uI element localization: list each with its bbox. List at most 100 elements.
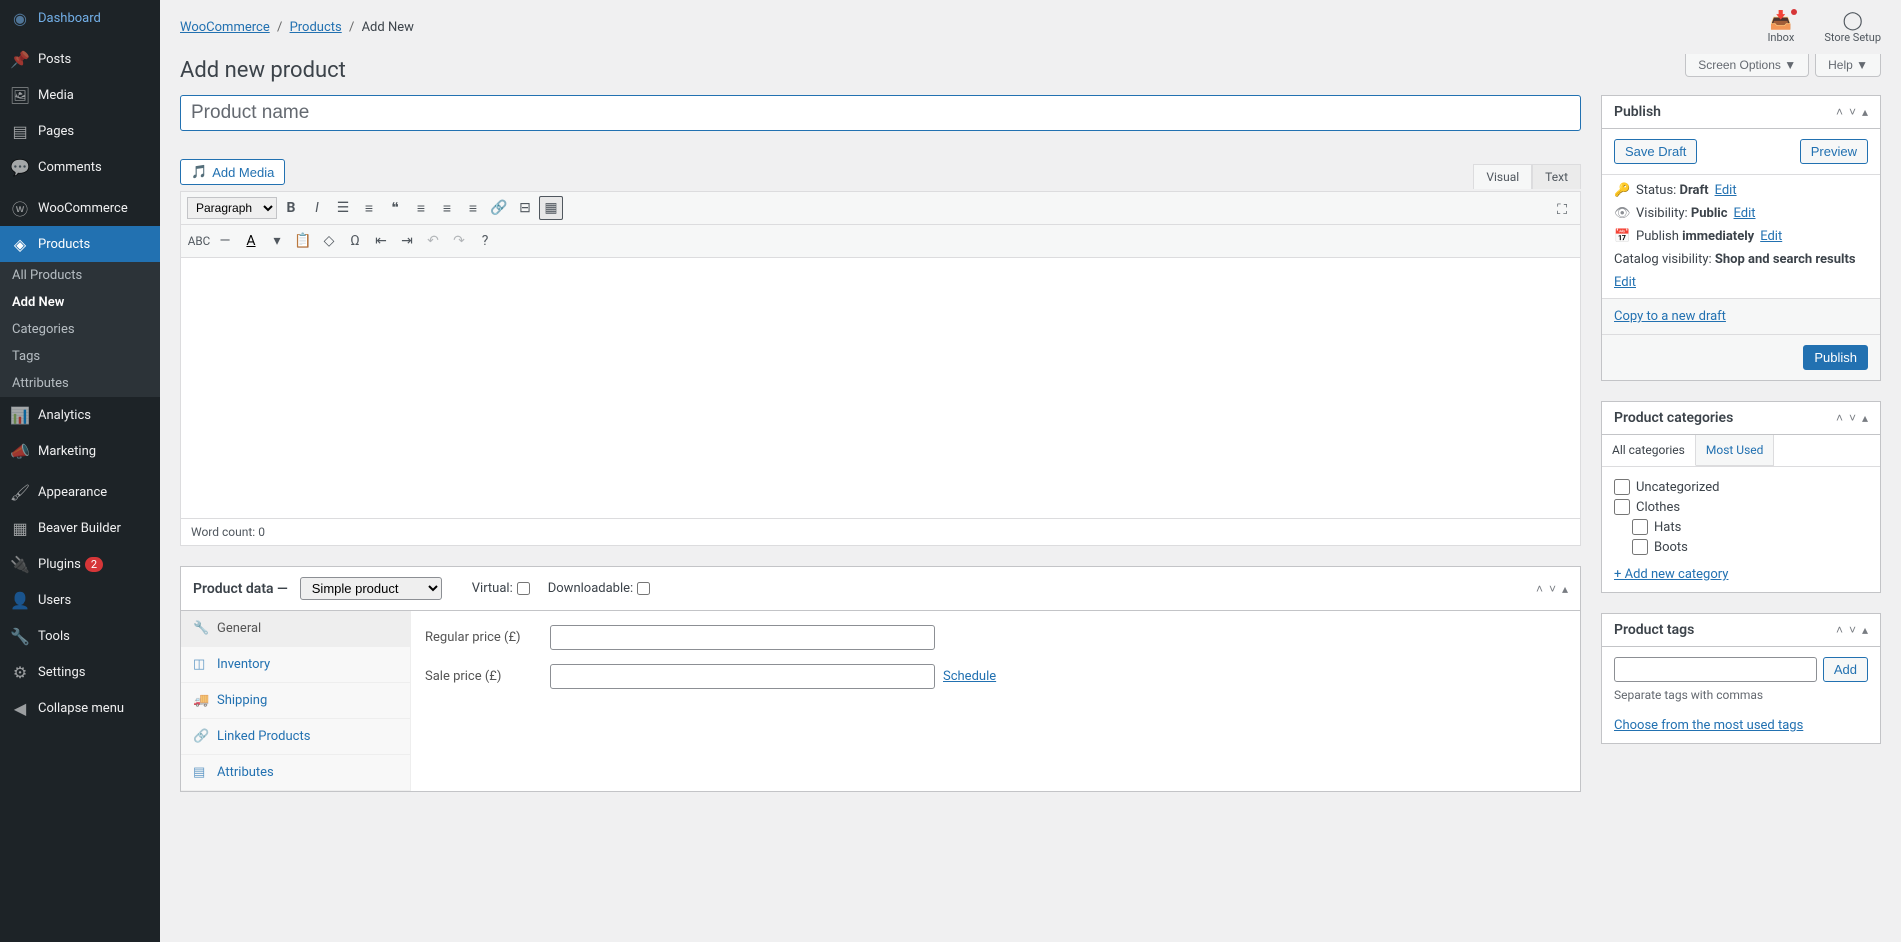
sidebar-posts[interactable]: 📌Posts bbox=[0, 41, 160, 77]
choose-tags-link[interactable]: Choose from the most used tags bbox=[1614, 718, 1803, 733]
pd-tab-shipping[interactable]: 🚚Shipping bbox=[181, 683, 410, 719]
chevron-down-icon[interactable]: ˅ bbox=[1849, 411, 1856, 425]
regular-price-input[interactable] bbox=[550, 625, 935, 650]
schedule-link[interactable]: Schedule bbox=[943, 669, 996, 684]
chevron-down-icon[interactable]: ˅ bbox=[1849, 623, 1856, 637]
toggle-icon[interactable]: ▴ bbox=[1862, 411, 1868, 425]
editor-tab-text[interactable]: Text bbox=[1532, 164, 1581, 189]
help-button[interactable]: Help ▼ bbox=[1815, 54, 1881, 77]
outdent-icon[interactable]: ⇤ bbox=[369, 229, 393, 253]
inbox-button[interactable]: 📥 Inbox bbox=[1767, 10, 1794, 44]
edit-catalog-link[interactable]: Edit bbox=[1614, 275, 1636, 290]
sidebar-media[interactable]: 🖼Media bbox=[0, 77, 160, 113]
special-char-icon[interactable]: Ω bbox=[343, 229, 367, 253]
product-name-input[interactable] bbox=[180, 95, 1581, 131]
sale-price-label: Sale price (£) bbox=[425, 669, 550, 684]
chevron-down-icon[interactable]: ˅ bbox=[1849, 105, 1856, 119]
align-right-icon[interactable]: ≡ bbox=[461, 196, 485, 220]
store-setup-button[interactable]: ◯ Store Setup bbox=[1824, 10, 1881, 44]
add-new-category-link[interactable]: + Add new category bbox=[1614, 567, 1728, 582]
add-media-button[interactable]: 🎵 Add Media bbox=[180, 159, 285, 185]
toggle-icon[interactable]: ▴ bbox=[1862, 105, 1868, 119]
readmore-icon[interactable]: ⊟ bbox=[513, 196, 537, 220]
sidebar-dashboard[interactable]: ◉Dashboard bbox=[0, 0, 160, 36]
pd-tab-inventory[interactable]: ◫Inventory bbox=[181, 647, 410, 683]
tag-input[interactable] bbox=[1614, 657, 1817, 682]
preview-button[interactable]: Preview bbox=[1800, 139, 1868, 164]
edit-status-link[interactable]: Edit bbox=[1715, 183, 1737, 198]
screen-options-button[interactable]: Screen Options ▼ bbox=[1685, 54, 1809, 77]
submenu-categories[interactable]: Categories bbox=[0, 316, 160, 343]
submenu-all-products[interactable]: All Products bbox=[0, 262, 160, 289]
chevron-up-icon[interactable]: ˄ bbox=[1836, 105, 1843, 119]
sidebar-plugins[interactable]: 🔌Plugins2 bbox=[0, 546, 160, 582]
dropdown-icon[interactable]: ▾ bbox=[265, 229, 289, 253]
align-left-icon[interactable]: ≡ bbox=[409, 196, 433, 220]
sidebar-beaver[interactable]: ▦Beaver Builder bbox=[0, 510, 160, 546]
sale-price-input[interactable] bbox=[550, 664, 935, 689]
italic-icon[interactable]: I bbox=[305, 196, 329, 220]
textcolor-icon[interactable]: A bbox=[239, 229, 263, 253]
bullet-list-icon[interactable]: ☰ bbox=[331, 196, 355, 220]
submenu-tags[interactable]: Tags bbox=[0, 343, 160, 370]
pd-tab-attributes[interactable]: ▤Attributes bbox=[181, 755, 410, 791]
quote-icon[interactable]: ❝ bbox=[383, 196, 407, 220]
pd-tab-linked[interactable]: 🔗Linked Products bbox=[181, 719, 410, 755]
sidebar-marketing[interactable]: 📣Marketing bbox=[0, 433, 160, 469]
add-tag-button[interactable]: Add bbox=[1823, 657, 1868, 682]
product-type-select[interactable]: Simple product bbox=[300, 577, 442, 600]
paste-icon[interactable]: 📋 bbox=[291, 229, 315, 253]
sidebar-settings[interactable]: ⚙Settings bbox=[0, 654, 160, 690]
chevron-up-icon[interactable]: ˄ bbox=[1836, 623, 1843, 637]
sidebar-collapse[interactable]: ◀Collapse menu bbox=[0, 690, 160, 726]
pd-tab-general[interactable]: 🔧General bbox=[181, 611, 410, 647]
chevron-up-icon[interactable]: ˄ bbox=[1836, 411, 1843, 425]
chevron-up-icon[interactable]: ˄ bbox=[1536, 582, 1543, 596]
edit-date-link[interactable]: Edit bbox=[1760, 229, 1782, 244]
indent-icon[interactable]: ⇥ bbox=[395, 229, 419, 253]
tags-help-text: Separate tags with commas bbox=[1614, 688, 1868, 702]
bold-icon[interactable]: B bbox=[279, 196, 303, 220]
editor-tab-visual[interactable]: Visual bbox=[1473, 164, 1532, 189]
submenu-attributes[interactable]: Attributes bbox=[0, 370, 160, 397]
sidebar-analytics[interactable]: 📊Analytics bbox=[0, 397, 160, 433]
sidebar-users[interactable]: 👤Users bbox=[0, 582, 160, 618]
downloadable-checkbox[interactable]: Downloadable: bbox=[548, 581, 650, 596]
cat-uncategorized[interactable]: Uncategorized bbox=[1614, 479, 1868, 495]
help-icon[interactable]: ? bbox=[473, 229, 497, 253]
sidebar-woocommerce[interactable]: ⓦWooCommerce bbox=[0, 190, 160, 226]
edit-visibility-link[interactable]: Edit bbox=[1734, 206, 1756, 221]
sidebar-appearance[interactable]: 🖌Appearance bbox=[0, 474, 160, 510]
toggle-icon[interactable]: ▴ bbox=[1862, 623, 1868, 637]
editor-textarea[interactable] bbox=[181, 258, 1580, 518]
sidebar-pages[interactable]: ▤Pages bbox=[0, 113, 160, 149]
sidebar-comments[interactable]: 💬Comments bbox=[0, 149, 160, 185]
breadcrumb-products[interactable]: Products bbox=[290, 20, 342, 35]
chevron-down-icon[interactable]: ˅ bbox=[1549, 582, 1556, 596]
link-icon[interactable]: 🔗 bbox=[487, 196, 511, 220]
copy-draft-link[interactable]: Copy to a new draft bbox=[1614, 309, 1726, 324]
hr-icon[interactable]: — bbox=[213, 229, 237, 253]
cat-hats[interactable]: Hats bbox=[1632, 519, 1868, 535]
redo-icon[interactable]: ↷ bbox=[447, 229, 471, 253]
tab-all-categories[interactable]: All categories bbox=[1602, 435, 1696, 466]
paragraph-select[interactable]: Paragraph bbox=[187, 197, 277, 219]
submenu-add-new[interactable]: Add New bbox=[0, 289, 160, 316]
align-center-icon[interactable]: ≡ bbox=[435, 196, 459, 220]
toolbar-toggle-icon[interactable]: ▦ bbox=[539, 196, 563, 220]
virtual-checkbox[interactable]: Virtual: bbox=[472, 581, 530, 596]
cat-boots[interactable]: Boots bbox=[1632, 539, 1868, 555]
tab-most-used[interactable]: Most Used bbox=[1696, 435, 1775, 466]
breadcrumb-woocommerce[interactable]: WooCommerce bbox=[180, 20, 270, 35]
clear-icon[interactable]: ◇ bbox=[317, 229, 341, 253]
number-list-icon[interactable]: ≡ bbox=[357, 196, 381, 220]
publish-button[interactable]: Publish bbox=[1803, 345, 1868, 370]
sidebar-products[interactable]: ◈Products bbox=[0, 226, 160, 262]
cat-clothes[interactable]: Clothes bbox=[1614, 499, 1868, 515]
toggle-icon[interactable]: ▴ bbox=[1562, 582, 1568, 596]
strikethrough-icon[interactable]: ABC bbox=[187, 229, 211, 253]
fullscreen-icon[interactable]: ⛶ bbox=[1550, 198, 1574, 222]
undo-icon[interactable]: ↶ bbox=[421, 229, 445, 253]
save-draft-button[interactable]: Save Draft bbox=[1614, 139, 1697, 164]
sidebar-tools[interactable]: 🔧Tools bbox=[0, 618, 160, 654]
